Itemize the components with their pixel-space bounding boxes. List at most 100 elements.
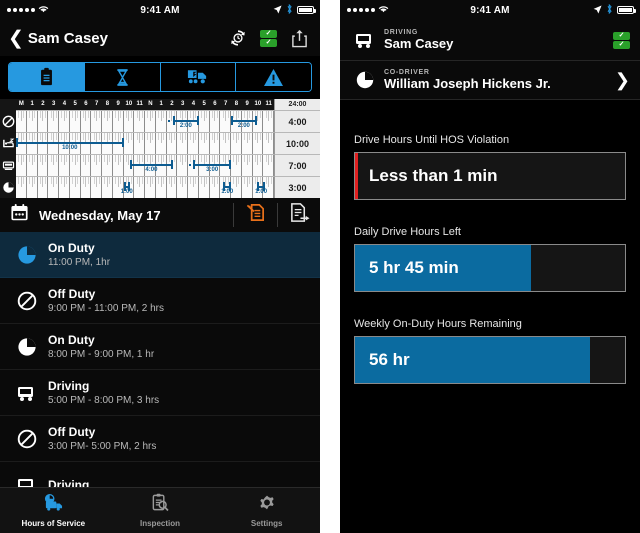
grid-hour-label: 9 xyxy=(116,101,120,107)
log-grid[interactable]: M 1 2 3 4 5 6 7 8 9 10 11 N 1 2 3 4 5 6 7 8 9 10 11 24:00 2:00 2… xyxy=(0,99,320,198)
nav-actions: ✓ ✓ xyxy=(227,27,312,49)
grid-segment-dot xyxy=(188,164,191,166)
segment-cap-right xyxy=(121,138,124,147)
grid-hour-label: 7 xyxy=(223,101,228,107)
edit-log-orange-icon[interactable] xyxy=(245,202,266,228)
share-export-icon[interactable] xyxy=(288,27,310,49)
tab-violations[interactable] xyxy=(236,63,311,91)
list-item[interactable]: Off Duty 3:00 PM- 5:00 PM, 2 hrs xyxy=(0,416,320,462)
on-duty-clock-icon xyxy=(10,336,44,358)
segment-duration-label: 10:00 xyxy=(62,145,78,151)
metric-meter: 5 hr 45 min xyxy=(354,244,626,292)
tab-settings[interactable]: Settings xyxy=(213,488,320,533)
list-item-detail: 5:00 PM - 8:00 PM, 3 hrs xyxy=(48,395,160,406)
back-button[interactable]: ❮ xyxy=(8,29,24,48)
grid-hour-label: 3 xyxy=(180,101,185,107)
segment-duration-label: 2:00 xyxy=(237,123,250,129)
log-grid-track[interactable]: 4:00 3:00 xyxy=(16,154,274,176)
duty-event-list: On Duty 11:00 PM, 1hr Off Duty 9:00 PM - 11… xyxy=(0,232,320,508)
list-item[interactable]: Driving 5:00 PM - 8:00 PM, 3 hrs xyxy=(0,370,320,416)
clipboard-icon xyxy=(38,67,55,87)
log-grid-row-on-duty[interactable]: 1:00 1:00 1:00 3:00 xyxy=(0,176,320,198)
codriver-disclosure[interactable]: ❯ xyxy=(615,70,630,91)
list-item-detail: 3:00 PM- 5:00 PM, 2 hrs xyxy=(48,441,157,452)
grid-segment-bar[interactable]: 1:00 xyxy=(121,182,133,195)
metric-value: Less than 1 min xyxy=(369,166,498,185)
log-grid-rows: 2:00 2:00 4:00 10:00 10:00 4:00 3:00 7:00 1:00 1:… xyxy=(0,110,320,198)
list-item-text: On Duty 8:00 PM - 9:00 PM, 1 hr xyxy=(48,333,154,360)
metric-daily-drive-hours-left: Daily Drive Hours Left 5 hr 45 min xyxy=(354,226,626,292)
list-item-text: On Duty 11:00 PM, 1hr xyxy=(48,241,110,268)
grid-segment-bar[interactable]: 1:00 xyxy=(221,182,233,195)
grid-hour-label: 1 xyxy=(30,101,34,107)
grid-segment-dot xyxy=(168,120,171,122)
segment-cap-right xyxy=(196,116,199,125)
status-bar-clock: 9:41 AM xyxy=(470,4,510,16)
log-grid-track[interactable]: 2:00 2:00 xyxy=(16,110,274,132)
grid-hour-label: 10 xyxy=(254,101,262,107)
tab-hours-of-service[interactable]: Hours of Service xyxy=(0,488,107,533)
grid-segment-bar[interactable]: 4:00 xyxy=(129,160,173,173)
list-item[interactable]: On Duty 8:00 PM - 9:00 PM, 1 hr xyxy=(0,324,320,370)
log-grid-row-off-duty[interactable]: 2:00 2:00 4:00 xyxy=(0,110,320,132)
log-grid-track[interactable]: 1:00 1:00 1:00 xyxy=(16,176,274,198)
chevron-right-icon[interactable]: ❯ xyxy=(615,70,630,91)
metric-label: Daily Drive Hours Left xyxy=(354,226,461,238)
grid-segment-bar[interactable]: 10:00 xyxy=(16,138,124,151)
inspection-clipboard-magnifier-icon xyxy=(150,493,170,517)
list-item-detail: 8:00 PM - 9:00 PM, 1 hr xyxy=(48,349,155,360)
page-title: Sam Casey xyxy=(27,29,108,47)
grid-segment-bar[interactable]: 2:00 xyxy=(231,116,257,129)
log-grid-row-driving[interactable]: 4:00 3:00 7:00 xyxy=(0,154,320,176)
grid-hour-label: 10 xyxy=(125,101,133,107)
list-item-title: On Duty xyxy=(48,241,95,255)
log-grid-row-total: 10:00 xyxy=(274,132,320,154)
grid-hour-label: 6 xyxy=(213,101,217,107)
driving-truck-icon xyxy=(0,154,16,176)
grid-segment-bar[interactable]: 2:00 xyxy=(172,116,199,129)
codriver-row[interactable]: CO-DRIVER William Joseph Hickens Jr. ❯ xyxy=(340,60,640,100)
status-bar-clock: 9:41 AM xyxy=(140,4,180,16)
driver-text: DRIVING Sam Casey xyxy=(384,29,453,51)
date-bar: Wednesday, May 17 xyxy=(0,198,320,232)
navigation-bar: ❮ Sam Casey ✓ ✓ xyxy=(0,20,320,56)
hos-clock-truck-icon xyxy=(42,493,65,517)
driver-badge[interactable]: ✓ ✓ xyxy=(613,31,630,49)
grid-hour-label: 9 xyxy=(245,101,249,107)
left-phone-screen: 9:41 AM ❮ Sam Casey ✓ ✓ M 1 2 3 4 5 6 7 … xyxy=(0,0,320,533)
driver-row[interactable]: DRIVING Sam Casey ✓ ✓ xyxy=(340,20,640,60)
double-green-check-icon[interactable]: ✓ ✓ xyxy=(260,29,277,47)
tab-label-hours-of-service: Hours of Service xyxy=(21,519,86,528)
on-duty-clock-icon xyxy=(350,69,380,91)
list-item-title: On Duty xyxy=(48,333,95,347)
grid-segment-bar[interactable]: 1:00 xyxy=(255,182,267,195)
off-duty-circle-slash-icon xyxy=(0,110,16,132)
status-bar-right: 9:41 AM xyxy=(340,0,640,20)
grid-hour-label: 7 xyxy=(94,101,99,107)
battery-full-icon xyxy=(617,6,636,14)
codriver-name: William Joseph Hickens Jr. xyxy=(384,76,551,91)
list-item[interactable]: On Duty 11:00 PM, 1hr xyxy=(0,232,320,278)
metric-drive-hours-until-hos-violation: Drive Hours Until HOS Violation Less than… xyxy=(354,134,626,200)
list-item[interactable]: Off Duty 9:00 PM - 11:00 PM, 2 hrs xyxy=(0,278,320,324)
log-grid-total-header: 24:00 xyxy=(274,99,320,110)
right-phone-screen: 9:41 AM DRIVING Sam Casey ✓ ✓ CO-DRIVER … xyxy=(340,0,640,533)
screenshot-gutter xyxy=(320,0,340,533)
tab-vehicle[interactable] xyxy=(160,63,237,91)
double-green-check-icon[interactable]: ✓ ✓ xyxy=(613,31,630,49)
tab-logs[interactable] xyxy=(9,63,85,91)
log-grid-row-total: 7:00 xyxy=(274,154,320,176)
list-item-text: Off Duty 9:00 PM - 11:00 PM, 2 hrs xyxy=(48,287,164,314)
log-grid-track[interactable]: 10:00 xyxy=(16,132,274,154)
tab-hours[interactable] xyxy=(84,63,161,91)
segment-cap-left xyxy=(231,116,233,125)
grid-segment-bar[interactable]: 3:00 xyxy=(193,160,231,173)
segment-cap-right xyxy=(229,160,231,169)
transfer-document-icon[interactable] xyxy=(289,202,310,228)
log-grid-row-sleeper-berth[interactable]: 10:00 10:00 xyxy=(0,132,320,154)
list-item-text: Driving 5:00 PM - 8:00 PM, 3 hrs xyxy=(48,379,159,406)
sync-clock-icon[interactable] xyxy=(227,27,249,49)
codriver-text: CO-DRIVER William Joseph Hickens Jr. xyxy=(384,69,551,91)
tab-inspection[interactable]: Inspection xyxy=(107,488,214,533)
segment-duration-label: 2:00 xyxy=(179,123,192,129)
